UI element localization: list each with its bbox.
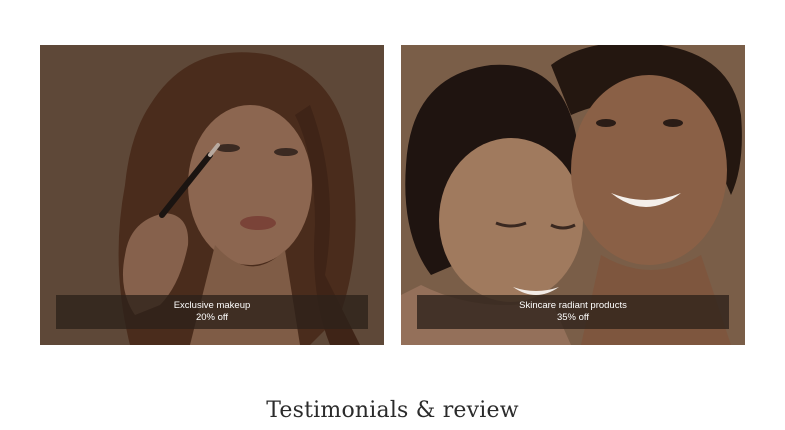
promo-title: Skincare radiant products (519, 300, 627, 311)
promo-offer: 35% off (556, 312, 590, 323)
promo-caption-skincare: Skincare radiant products 35% off (417, 295, 729, 329)
promo-caption-makeup: Exclusive makeup 20% off (56, 295, 368, 329)
promo-offer: 20% off (195, 312, 229, 323)
promo-card-skincare[interactable]: Skincare radiant products 35% off (401, 45, 745, 345)
promo-card-makeup[interactable]: Exclusive makeup 20% off (40, 45, 384, 345)
promo-title: Exclusive makeup (173, 300, 251, 311)
section-title: Testimonials & review (266, 398, 519, 423)
page: Exclusive makeup 20% off Skincare radian… (0, 0, 785, 430)
